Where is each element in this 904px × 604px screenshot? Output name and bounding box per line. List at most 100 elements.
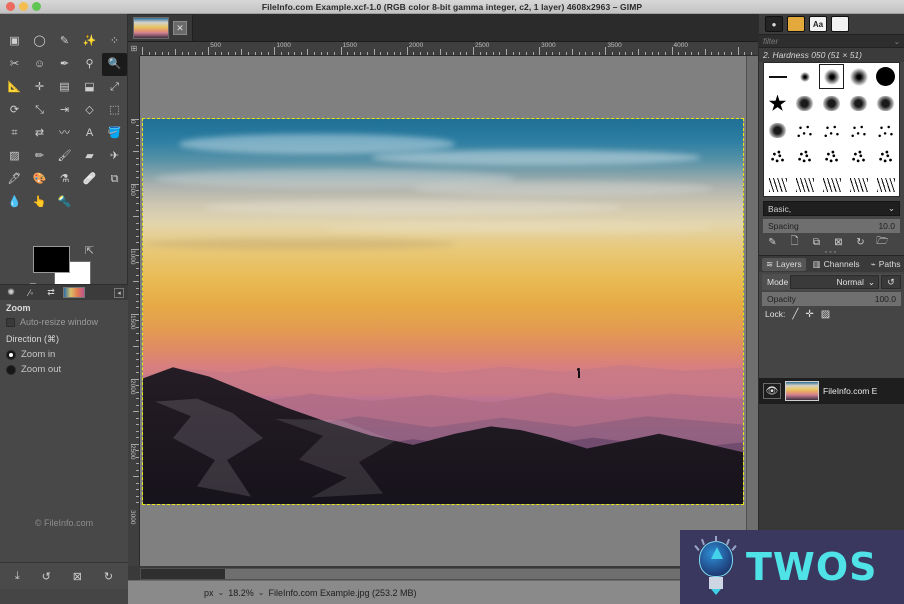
- zoom-level-label[interactable]: 18.2%: [228, 588, 254, 598]
- brush-swatch[interactable]: [818, 90, 845, 117]
- brush-swatch[interactable]: [872, 171, 899, 196]
- zoom-out-radio[interactable]: [6, 364, 16, 375]
- paths-tool[interactable]: ✒: [52, 53, 77, 76]
- ink-tool[interactable]: 🖋: [2, 168, 27, 191]
- scale-tool[interactable]: ⤡: [27, 99, 52, 122]
- spacing-slider[interactable]: Spacing 10.0: [763, 219, 900, 233]
- dodge-burn-tool[interactable]: 🔦: [52, 191, 77, 214]
- brush-swatch[interactable]: [764, 90, 791, 117]
- bucket-fill-tool[interactable]: 🪣: [102, 122, 127, 145]
- alignment-tool[interactable]: ▤: [52, 76, 77, 99]
- brush-swatch[interactable]: [764, 63, 791, 90]
- brush-swatch[interactable]: [872, 117, 899, 144]
- reset-mode-icon[interactable]: ↺: [881, 275, 901, 289]
- mypaint-brush-tool[interactable]: 🎨: [27, 168, 52, 191]
- canvas-area[interactable]: [140, 56, 758, 566]
- horizontal-ruler[interactable]: 500 1000 1500 2000 2500 3000 3500 4000: [140, 42, 758, 56]
- zoom-dropdown-icon[interactable]: ⌄: [258, 588, 265, 597]
- brush-swatch[interactable]: [818, 144, 845, 171]
- brush-swatch[interactable]: [872, 63, 899, 90]
- documents-tab[interactable]: [831, 16, 849, 32]
- brush-swatch[interactable]: [845, 90, 872, 117]
- lock-pixels-icon[interactable]: ╱: [792, 309, 798, 320]
- delete-brush-icon[interactable]: ⊠: [828, 235, 849, 250]
- patterns-tab[interactable]: [787, 16, 805, 32]
- filter-dropdown-icon[interactable]: ⌄: [893, 37, 900, 46]
- reset-options-icon[interactable]: ↻: [104, 570, 113, 583]
- select-by-color-tool[interactable]: ⁘: [102, 30, 127, 53]
- free-select-tool[interactable]: ✎: [52, 30, 77, 53]
- brush-swatch[interactable]: [791, 171, 818, 196]
- airbrush-tool[interactable]: ✈: [102, 145, 127, 168]
- brush-swatch[interactable]: [764, 144, 791, 171]
- fuzzy-select-tool[interactable]: ✨: [77, 30, 102, 53]
- refresh-brushes-icon[interactable]: ↻: [850, 235, 871, 250]
- brush-swatch[interactable]: [764, 171, 791, 196]
- brush-swatch[interactable]: [872, 90, 899, 117]
- swap-colors-icon[interactable]: ⇱: [85, 244, 94, 257]
- paths-tab[interactable]: ⌁ Paths: [867, 258, 904, 271]
- new-brush-icon[interactable]: 🗋: [784, 235, 805, 250]
- brush-swatch[interactable]: [845, 117, 872, 144]
- layers-tab[interactable]: ≋ Layers: [762, 257, 806, 271]
- brush-grid[interactable]: [763, 62, 900, 197]
- color-picker-tool[interactable]: ⚲: [77, 53, 102, 76]
- perspective-clone-tool[interactable]: ⧉: [102, 168, 127, 191]
- brushes-tab[interactable]: ●: [765, 16, 783, 32]
- mode-dropdown[interactable]: Normal ⌄: [790, 275, 879, 289]
- save-options-icon[interactable]: ⤓: [15, 570, 20, 583]
- brush-swatch[interactable]: [791, 144, 818, 171]
- horizontal-scrollbar[interactable]: [140, 568, 744, 580]
- gradient-tool[interactable]: ▨: [2, 145, 27, 168]
- fonts-tab[interactable]: Aa: [809, 16, 827, 32]
- zoom-in-option[interactable]: Zoom in: [0, 347, 128, 362]
- eye-icon[interactable]: 👁: [763, 383, 781, 399]
- transform-tool[interactable]: ⤢: [102, 76, 127, 99]
- edit-brush-icon[interactable]: ✎: [762, 235, 783, 250]
- text-tool[interactable]: A: [77, 122, 102, 145]
- dock-menu-icon[interactable]: ◂: [114, 288, 124, 298]
- warp-tool[interactable]: 〰: [52, 122, 77, 145]
- auto-resize-option[interactable]: Auto-resize window: [0, 315, 128, 329]
- vertical-scrollbar[interactable]: [746, 56, 758, 566]
- shear-tool[interactable]: ⇥: [52, 99, 77, 122]
- brush-filter-bar[interactable]: filter ⌄: [759, 34, 904, 48]
- unit-dropdown-icon[interactable]: ⌄: [218, 588, 225, 597]
- brush-swatch[interactable]: [791, 63, 818, 90]
- unified-transform-tool[interactable]: ⬚: [102, 99, 127, 122]
- smudge-tool[interactable]: 👆: [27, 191, 52, 214]
- brush-set-selector[interactable]: Basic, ⌄: [763, 201, 900, 216]
- brush-swatch[interactable]: [872, 144, 899, 171]
- crop-tool[interactable]: ⬓: [77, 76, 102, 99]
- move-tool[interactable]: ✛: [27, 76, 52, 99]
- measure-tool[interactable]: 📐: [2, 76, 27, 99]
- heal-tool[interactable]: 🩹: [77, 168, 102, 191]
- brush-swatch[interactable]: [791, 117, 818, 144]
- brush-swatch[interactable]: [818, 171, 845, 196]
- perspective-tool[interactable]: ◇: [77, 99, 102, 122]
- open-brush-icon[interactable]: 🗁: [872, 235, 893, 250]
- channels-tab[interactable]: ▥ Channels: [809, 258, 864, 271]
- foreground-select-tool[interactable]: ☺: [27, 53, 52, 76]
- active-gradient-icon[interactable]: [63, 287, 85, 298]
- foreground-color-swatch[interactable]: [33, 246, 70, 273]
- flip-tool[interactable]: ⇄: [27, 122, 52, 145]
- blur-sharpen-tool[interactable]: 💧: [2, 191, 27, 214]
- active-dynamics-icon[interactable]: ⇄: [43, 286, 59, 299]
- zoom-out-option[interactable]: Zoom out: [0, 362, 128, 377]
- duplicate-brush-icon[interactable]: ⧉: [806, 235, 827, 250]
- clone-tool[interactable]: ⚗: [52, 168, 77, 191]
- lock-position-icon[interactable]: ✛: [805, 309, 813, 320]
- unit-label[interactable]: px: [204, 588, 214, 598]
- image-canvas[interactable]: [142, 118, 744, 505]
- paintbrush-tool[interactable]: 🖌: [52, 145, 77, 168]
- lock-alpha-icon[interactable]: ▨: [821, 309, 830, 320]
- ruler-origin-icon[interactable]: ⊞: [128, 42, 140, 56]
- pencil-tool[interactable]: ✏: [27, 145, 52, 168]
- layer-row[interactable]: 👁 FileInfo.com E: [759, 378, 904, 404]
- brush-swatch[interactable]: [845, 144, 872, 171]
- brush-set-caret-icon[interactable]: ⌄: [888, 203, 895, 214]
- brush-swatch[interactable]: [845, 171, 872, 196]
- brush-swatch[interactable]: [818, 63, 845, 90]
- eraser-tool[interactable]: ▰: [77, 145, 102, 168]
